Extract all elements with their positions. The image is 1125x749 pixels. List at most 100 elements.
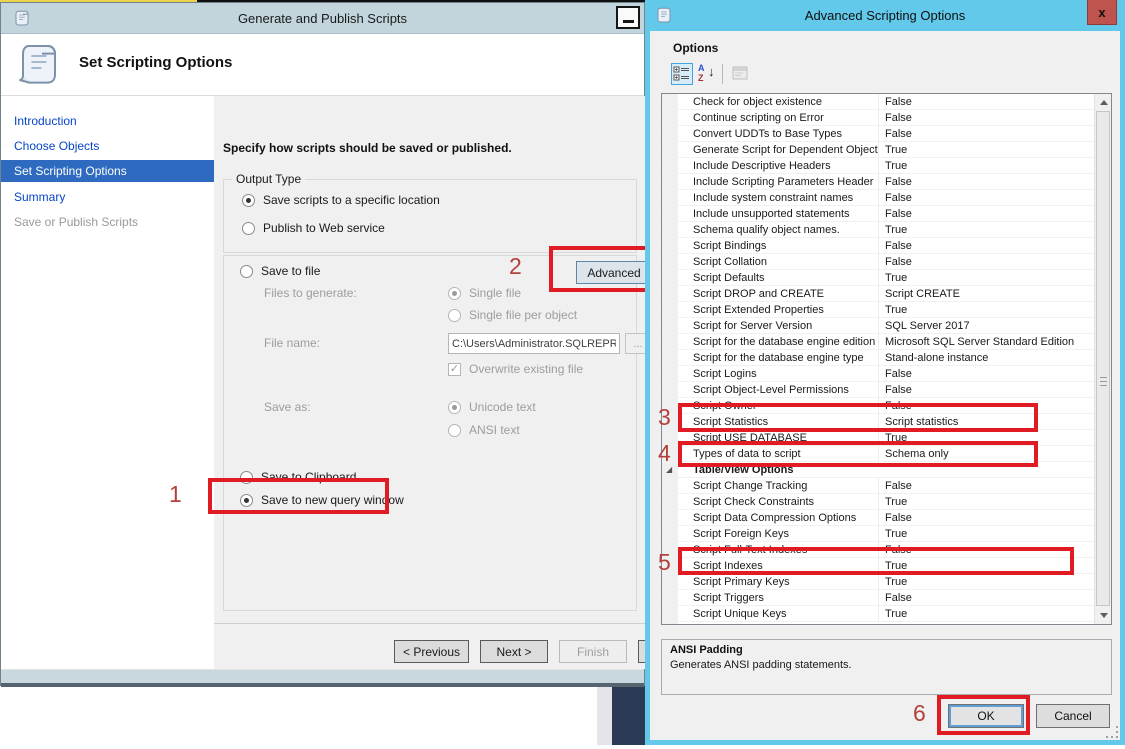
advanced-scripting-options-dialog: Advanced Scripting Options x Options AZ↓… — [645, 0, 1125, 745]
grid-row[interactable]: Include system constraint namesFalse — [662, 190, 1094, 206]
dialog-titlebar[interactable]: Advanced Scripting Options — [645, 0, 1125, 31]
grid-row[interactable]: Script DefaultsTrue — [662, 270, 1094, 286]
grid-row[interactable]: Script Unique KeysTrue — [662, 606, 1094, 622]
file-name-label: File name: — [264, 336, 320, 350]
wizard-footer-buttons: < Previous Next > Finish — [394, 640, 627, 663]
footer-divider — [214, 623, 646, 624]
grid-scrollbar[interactable] — [1094, 94, 1111, 624]
grid-row[interactable]: Check for object existenceFalse — [662, 94, 1094, 110]
grid-row[interactable]: Schema qualify object names.True — [662, 222, 1094, 238]
window-bottom-edge — [1, 683, 644, 687]
grid-row[interactable]: Script BindingsFalse — [662, 238, 1094, 254]
wizard-button[interactable]: Next > — [480, 640, 548, 663]
sidebar-item[interactable]: Summary — [1, 184, 214, 209]
scroll-up-icon[interactable] — [1095, 94, 1112, 111]
wizard-button[interactable]: Finish — [559, 640, 627, 663]
radio-save-location[interactable] — [242, 194, 255, 207]
property-grid-rows: Check for object existenceFalseContinue … — [662, 94, 1094, 622]
radio-single-file-per-object — [448, 309, 461, 322]
page-title: Set Scripting Options — [79, 54, 232, 71]
wizard-button[interactable]: < Previous — [394, 640, 469, 663]
file-name-input[interactable] — [448, 333, 620, 354]
scroll-down-icon[interactable] — [1095, 607, 1112, 624]
grid-row[interactable]: Script Foreign KeysTrue — [662, 526, 1094, 542]
grid-row[interactable]: Script USE DATABASETrue — [662, 430, 1094, 446]
grid-row[interactable]: Script Change TrackingFalse — [662, 478, 1094, 494]
grid-row[interactable]: Generate Script for Dependent ObjectsTru… — [662, 142, 1094, 158]
radio-save-location-label[interactable]: Save scripts to a specific location — [263, 193, 440, 207]
main-heading: Specify how scripts should be saved or p… — [223, 141, 512, 155]
grid-row[interactable]: Script Full-Text IndexesFalse — [662, 542, 1094, 558]
radio-publish-web[interactable] — [242, 222, 255, 235]
wizard-sidebar: IntroductionChoose ObjectsSet Scripting … — [1, 96, 214, 669]
categorized-icon[interactable] — [671, 63, 693, 85]
grid-row[interactable]: Script CollationFalse — [662, 254, 1094, 270]
sidebar-item[interactable]: Set Scripting Options — [1, 160, 214, 182]
grid-row[interactable]: Script TriggersFalse — [662, 590, 1094, 606]
radio-save-to-new-query[interactable] — [240, 494, 253, 507]
radio-single-file-label: Single file — [469, 286, 521, 300]
radio-unicode-text — [448, 401, 461, 414]
left-window-titlebar[interactable]: Generate and Publish Scripts — [1, 3, 644, 34]
close-button[interactable]: x — [1087, 0, 1117, 25]
grid-row[interactable]: Script for the database engine typeStand… — [662, 350, 1094, 366]
grid-row[interactable]: Script IndexesTrue — [662, 558, 1094, 574]
scrollbar-grip-icon — [1100, 377, 1107, 386]
grid-row[interactable]: Include unsupported statementsFalse — [662, 206, 1094, 222]
scrollbar-thumb[interactable] — [1096, 111, 1110, 606]
save-as-label: Save as: — [264, 400, 311, 414]
generate-publish-scripts-window: Generate and Publish Scripts Set Scripti… — [0, 2, 645, 686]
grid-row[interactable]: Script LoginsFalse — [662, 366, 1094, 382]
radio-ansi-text-label: ANSI text — [469, 423, 520, 437]
description-title: ANSI Padding — [670, 644, 743, 656]
radio-publish-web-label[interactable]: Publish to Web service — [263, 221, 385, 235]
sidebar-item: Save or Publish Scripts — [1, 209, 214, 234]
cancel-button[interactable]: Cancel — [1036, 704, 1110, 728]
grid-row[interactable]: Script Data Compression OptionsFalse — [662, 510, 1094, 526]
wizard-steps-list: IntroductionChoose ObjectsSet Scripting … — [1, 96, 214, 234]
radio-save-to-new-query-label[interactable]: Save to new query window — [261, 493, 404, 507]
advanced-button[interactable]: Advanced — [576, 261, 652, 284]
grid-row[interactable]: Script DROP and CREATEScript CREATE — [662, 286, 1094, 302]
screen: Generate and Publish Scripts Set Scripti… — [0, 0, 1125, 749]
grid-row[interactable]: Script Check ConstraintsTrue — [662, 494, 1094, 510]
radio-save-to-file[interactable] — [240, 265, 253, 278]
grid-row[interactable]: Include Descriptive HeadersTrue — [662, 158, 1094, 174]
grid-row[interactable]: Script for Server VersionSQL Server 2017 — [662, 318, 1094, 334]
alphabetical-sort-icon[interactable]: AZ↓ — [696, 63, 718, 85]
radio-save-to-file-label[interactable]: Save to file — [261, 264, 320, 278]
output-type-groupbox: Output Type Save scripts to a specific l… — [223, 179, 637, 253]
radio-save-to-clipboard-label[interactable]: Save to Clipboard — [261, 470, 356, 484]
radio-ansi-text — [448, 424, 461, 437]
wizard-main-panel: Specify how scripts should be saved or p… — [214, 96, 646, 669]
radio-single-file — [448, 287, 461, 300]
overwrite-checkbox-label: Overwrite existing file — [469, 362, 583, 376]
left-window-title: Generate and Publish Scripts — [1, 11, 644, 26]
ok-button[interactable]: OK — [948, 704, 1024, 728]
grid-row[interactable]: Script for the database engine editionMi… — [662, 334, 1094, 350]
grid-row[interactable]: Convert UDDTs to Base TypesFalse — [662, 126, 1094, 142]
resize-grip-icon[interactable] — [1106, 726, 1118, 738]
options-label: Options — [673, 41, 718, 55]
radio-save-to-clipboard[interactable] — [240, 471, 253, 484]
radio-single-file-per-object-label: Single file per object — [469, 308, 577, 322]
collapse-triangle-icon[interactable]: ◢ — [666, 462, 672, 478]
grid-category-row[interactable]: ◢Table/View Options — [662, 462, 1094, 478]
minimize-button[interactable] — [616, 6, 640, 29]
minimize-icon — [623, 20, 634, 23]
grid-row[interactable]: Script Object-Level PermissionsFalse — [662, 382, 1094, 398]
background-gray-strip — [597, 684, 612, 745]
grid-row[interactable]: Types of data to scriptSchema only — [662, 446, 1094, 462]
property-description-panel: ANSI Padding Generates ANSI padding stat… — [661, 639, 1112, 695]
overwrite-checkbox: ✓ — [448, 363, 461, 376]
grid-row[interactable]: Include Scripting Parameters HeaderFalse — [662, 174, 1094, 190]
sidebar-item[interactable]: Choose Objects — [1, 133, 214, 158]
background-navy-block — [612, 684, 645, 745]
grid-row[interactable]: Script OwnerFalse — [662, 398, 1094, 414]
grid-row[interactable]: Script Extended PropertiesTrue — [662, 302, 1094, 318]
grid-row[interactable]: Script Primary KeysTrue — [662, 574, 1094, 590]
grid-row[interactable]: Script StatisticsScript statistics — [662, 414, 1094, 430]
radio-unicode-text-label: Unicode text — [469, 400, 536, 414]
sidebar-item[interactable]: Introduction — [1, 108, 214, 133]
grid-row[interactable]: Continue scripting on ErrorFalse — [662, 110, 1094, 126]
